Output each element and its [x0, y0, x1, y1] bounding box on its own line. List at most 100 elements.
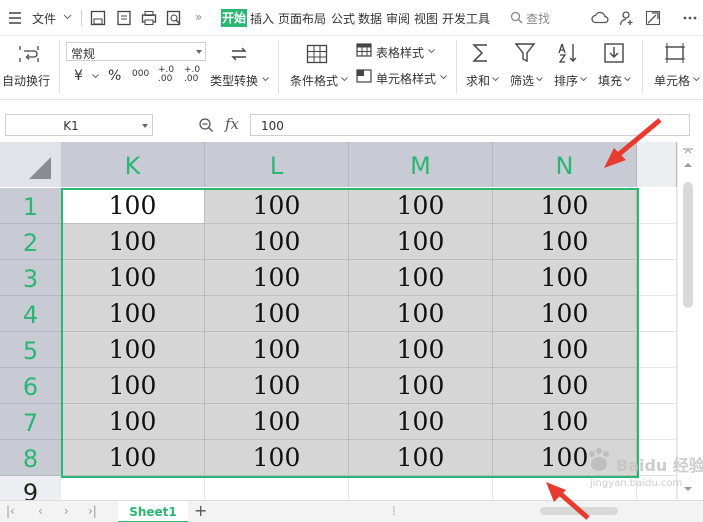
next-sheet-icon[interactable]: ›	[64, 504, 69, 518]
more-options-icon[interactable]	[683, 16, 697, 20]
more-menu[interactable]: »	[195, 10, 202, 24]
tab-insert[interactable]: 插入	[250, 10, 274, 27]
cell-m5[interactable]: 100	[349, 332, 493, 368]
cell-m6[interactable]: 100	[349, 368, 493, 404]
row-header-9[interactable]: 9	[0, 476, 61, 500]
cell-m2[interactable]: 100	[349, 224, 493, 260]
prev-sheet-icon[interactable]: ‹	[38, 504, 43, 518]
cell-o4[interactable]	[637, 296, 677, 332]
chevron-down-icon[interactable]	[92, 74, 99, 79]
row-header-8[interactable]: 8	[0, 440, 61, 476]
search-label[interactable]: 查找	[526, 10, 550, 27]
wrap-text-button[interactable]: 自动换行	[2, 72, 50, 89]
save-icon[interactable]	[90, 10, 106, 26]
cell-o3[interactable]	[637, 260, 677, 296]
table-style-icon[interactable]	[356, 43, 372, 57]
cell-l5[interactable]: 100	[205, 332, 349, 368]
type-convert-button[interactable]: 类型转换	[210, 72, 258, 89]
filter-icon[interactable]	[514, 42, 536, 64]
row-header-4[interactable]: 4	[0, 296, 61, 332]
conditional-format-button[interactable]: 条件格式	[290, 72, 338, 89]
horizontal-scrollbar[interactable]	[400, 507, 660, 517]
cell-l7[interactable]: 100	[205, 404, 349, 440]
cloud-sync-icon[interactable]	[591, 10, 609, 26]
row-header-1[interactable]: 1	[0, 188, 61, 224]
percent-button[interactable]: %	[108, 68, 121, 84]
menu-icon[interactable]	[8, 11, 22, 25]
select-all-corner[interactable]	[0, 142, 61, 187]
currency-button[interactable]: ¥	[74, 68, 83, 84]
tab-page-layout[interactable]: 页面布局	[278, 10, 326, 27]
column-header-k[interactable]: K	[61, 142, 205, 187]
formula-input[interactable]: 100	[250, 114, 690, 136]
cell-l6[interactable]: 100	[205, 368, 349, 404]
cell-l8[interactable]: 100	[205, 440, 349, 476]
cell-l4[interactable]: 100	[205, 296, 349, 332]
cell-n2[interactable]: 100	[493, 224, 637, 260]
cell-n6[interactable]: 100	[493, 368, 637, 404]
cell-style-button[interactable]: 单元格样式	[376, 70, 436, 87]
row-header-2[interactable]: 2	[0, 224, 61, 260]
last-sheet-icon[interactable]: ›|	[88, 504, 97, 518]
table-style-button[interactable]: 表格样式	[376, 44, 424, 61]
chevron-down-icon[interactable]	[63, 14, 72, 20]
cell-m1[interactable]: 100	[349, 188, 493, 224]
cells-icon[interactable]	[664, 42, 686, 64]
fx-button[interactable]: fx	[225, 115, 239, 133]
cell-m4[interactable]: 100	[349, 296, 493, 332]
cell-k7[interactable]: 100	[61, 404, 205, 440]
column-header-l[interactable]: L	[205, 142, 349, 187]
cell-n1[interactable]: 100	[493, 188, 637, 224]
cell-k5[interactable]: 100	[61, 332, 205, 368]
scroll-top-icon[interactable]	[682, 148, 694, 154]
row-header-7[interactable]: 7	[0, 404, 61, 440]
cell-k6[interactable]: 100	[61, 368, 205, 404]
cell-o5[interactable]	[637, 332, 677, 368]
cell-o7[interactable]	[637, 404, 677, 440]
row-header-3[interactable]: 3	[0, 260, 61, 296]
zoom-icon[interactable]	[198, 117, 214, 133]
tab-formulas[interactable]: 公式	[331, 10, 355, 27]
sum-icon[interactable]	[470, 42, 492, 64]
column-header-m[interactable]: M	[349, 142, 493, 187]
horizontal-scroll-thumb[interactable]	[540, 507, 618, 515]
cell-k3[interactable]: 100	[61, 260, 205, 296]
decrease-decimal-button[interactable]: +.0 .00	[184, 66, 200, 84]
vertical-scroll-thumb[interactable]	[683, 182, 693, 308]
scroll-up-icon[interactable]	[682, 162, 694, 168]
conditional-format-icon[interactable]	[306, 44, 328, 64]
print-preview-icon[interactable]	[166, 10, 182, 26]
cell-m7[interactable]: 100	[349, 404, 493, 440]
export-pdf-icon[interactable]	[116, 10, 132, 26]
cell-k8[interactable]: 100	[61, 440, 205, 476]
cell-k1[interactable]: 100	[61, 188, 205, 224]
tab-view[interactable]: 视图	[414, 10, 438, 27]
increase-decimal-button[interactable]: +.0 .00	[158, 66, 174, 84]
thousands-separator-button[interactable]: 000	[132, 69, 149, 79]
column-header-o[interactable]	[637, 142, 677, 187]
cell-k2[interactable]: 100	[61, 224, 205, 260]
type-convert-icon[interactable]	[228, 44, 250, 64]
cell-l1[interactable]: 100	[205, 188, 349, 224]
cell-m3[interactable]: 100	[349, 260, 493, 296]
tab-home[interactable]: 开始	[221, 9, 247, 27]
number-format-select[interactable]: 常规	[66, 42, 206, 61]
fill-button[interactable]: 填充	[598, 72, 622, 89]
sort-icon[interactable]	[558, 42, 580, 64]
cell-n3[interactable]: 100	[493, 260, 637, 296]
cell-m8[interactable]: 100	[349, 440, 493, 476]
cell-l3[interactable]: 100	[205, 260, 349, 296]
tab-review[interactable]: 审阅	[386, 10, 410, 27]
fill-icon[interactable]	[603, 42, 625, 64]
cell-l9[interactable]	[205, 476, 349, 500]
cell-m9[interactable]	[349, 476, 493, 500]
tab-developer[interactable]: 开发工具	[442, 10, 490, 27]
cell-n5[interactable]: 100	[493, 332, 637, 368]
sheet-tab-sheet1[interactable]: Sheet1	[118, 501, 188, 522]
first-sheet-icon[interactable]: |‹	[6, 504, 15, 518]
cell-l2[interactable]: 100	[205, 224, 349, 260]
column-header-n[interactable]: N	[493, 142, 637, 187]
row-header-6[interactable]: 6	[0, 368, 61, 404]
cell-o1[interactable]	[637, 188, 677, 224]
cell-k4[interactable]: 100	[61, 296, 205, 332]
